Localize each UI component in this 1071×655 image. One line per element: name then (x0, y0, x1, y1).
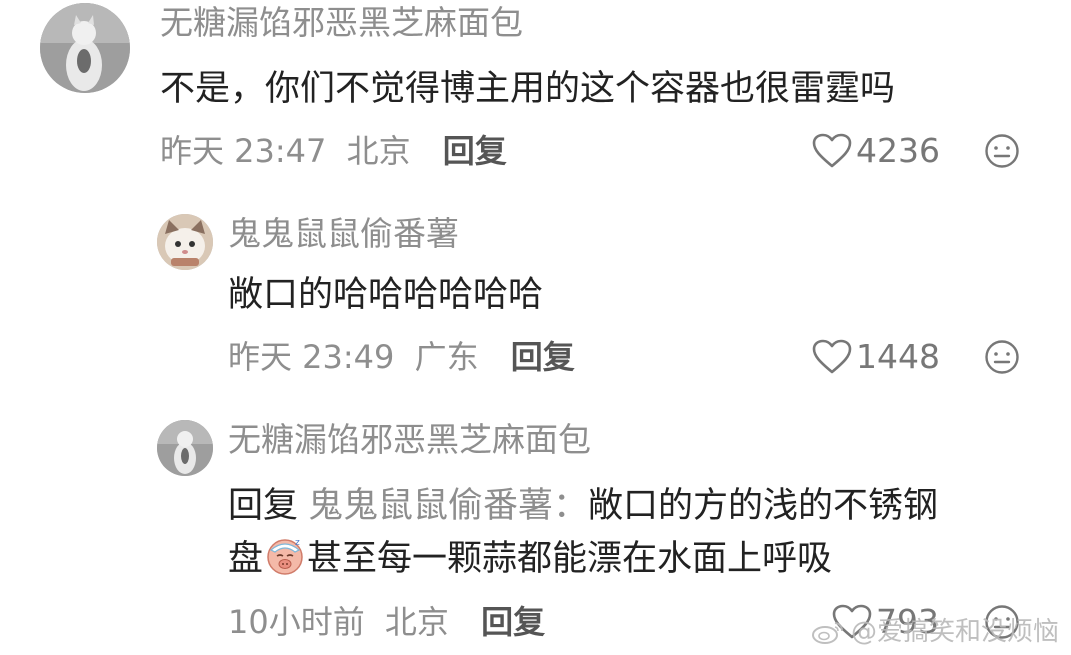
watermark: @爱搞笑和没烦恼 (811, 615, 1059, 649)
ellipsis-face-icon[interactable] (984, 339, 1020, 375)
comment-username[interactable]: 无糖漏馅邪恶黑芝麻面包 (160, 3, 523, 43)
cat-avatar-icon (157, 214, 213, 270)
comment-text-line2-before: 盘 (228, 539, 264, 579)
like-count: 1448 (856, 337, 940, 376)
comment-text: 回复 鬼鬼鼠鼠偷番薯：敞口的方的浅的不锈钢 (228, 481, 938, 531)
cat-avatar-icon (40, 3, 130, 93)
svg-text:z: z (295, 538, 300, 548)
reply-button[interactable]: 回复 (443, 132, 507, 170)
ellipsis-face-icon[interactable] (984, 133, 1020, 169)
comment-time: 昨天 23:47 (160, 132, 327, 170)
weibo-logo-icon (811, 622, 843, 644)
reply-prefix: 回复 (228, 486, 299, 526)
comment-location: 北京 (384, 603, 449, 641)
like-count: 4236 (856, 131, 940, 170)
comment-meta: 昨天 23:47 北京 回复 (160, 131, 507, 171)
comment-text: 不是，你们不觉得博主用的这个容器也很雷霆吗 (160, 69, 896, 109)
watermark-text: @爱搞笑和没烦恼 (850, 617, 1059, 647)
comment-location: 广东 (414, 338, 479, 376)
like-button[interactable]: 1448 (812, 337, 940, 377)
reply-button[interactable]: 回复 (511, 338, 575, 376)
comment-text-line2-after: 甚至每一颗蒜都能漂在水面上呼吸 (307, 539, 833, 579)
heart-outline-icon (812, 339, 852, 374)
sleepy-pig-emoji-icon: z (267, 538, 303, 575)
comment-meta: 10小时前 北京 回复 (228, 602, 545, 642)
reply-button[interactable]: 回复 (481, 603, 545, 641)
comment-location: 北京 (346, 132, 411, 170)
avatar[interactable] (40, 3, 130, 93)
cat-avatar-icon (157, 420, 213, 476)
comment-time: 10小时前 (228, 603, 365, 641)
comment-time: 昨天 23:49 (228, 338, 395, 376)
comment-username[interactable]: 无糖漏馅邪恶黑芝麻面包 (228, 420, 591, 460)
comment-text-line1: 敞口的方的浅的不锈钢 (588, 486, 939, 526)
comment-username[interactable]: 鬼鬼鼠鼠偷番薯 (228, 214, 459, 254)
comment-text: 敞口的哈哈哈哈哈哈 (228, 275, 544, 315)
like-button[interactable]: 4236 (812, 131, 940, 171)
heart-outline-icon (812, 133, 852, 168)
comment-meta: 昨天 23:49 广东 回复 (228, 337, 575, 377)
avatar[interactable] (157, 420, 213, 476)
mention-link[interactable]: 鬼鬼鼠鼠偷番薯： (308, 486, 588, 526)
comment-text: 盘 z 甚至每一颗蒜都能漂在水面上呼吸 (228, 534, 832, 584)
avatar[interactable] (157, 214, 213, 270)
